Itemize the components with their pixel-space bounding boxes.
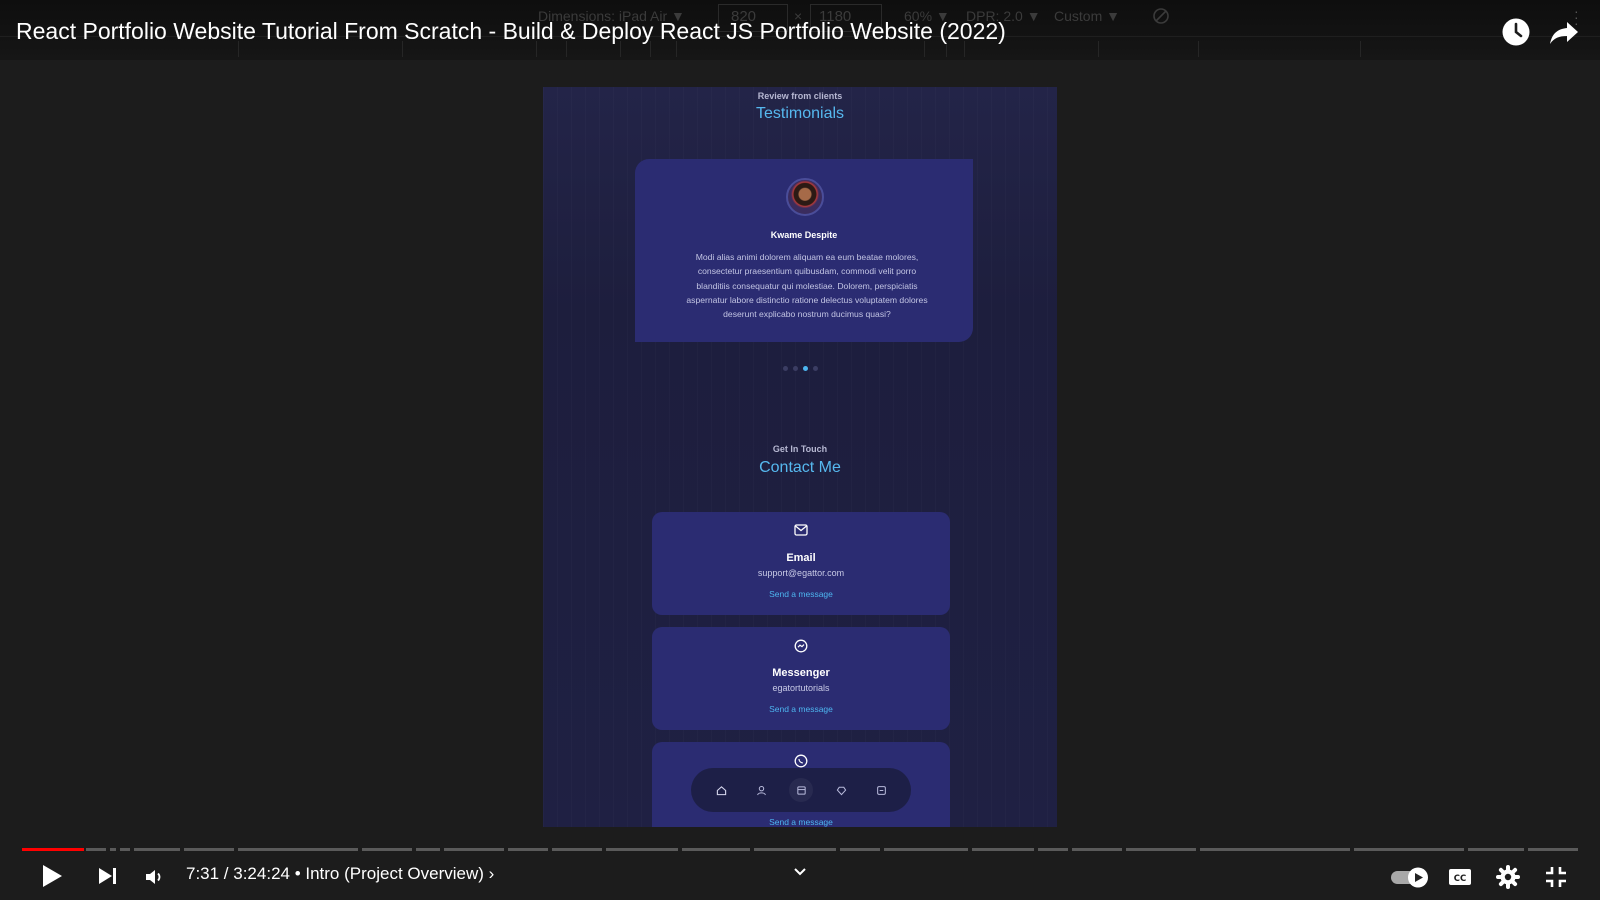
services-icon[interactable] (829, 778, 853, 802)
contact-option-email: Email support@egattor.com Send a message (652, 512, 950, 615)
home-icon[interactable] (709, 778, 733, 802)
client-name: Kwame Despite (770, 230, 838, 240)
portfolio-preview: Review from clients Testimonials Kwame D… (543, 87, 1057, 827)
watch-later-icon[interactable] (1500, 16, 1532, 48)
contact-label: Email (786, 552, 816, 564)
testimonials-title: Testimonials (755, 105, 845, 122)
book-icon[interactable] (789, 778, 813, 802)
contact-label: Messenger (772, 667, 830, 679)
testimonials-subtitle: Review from clients (757, 91, 843, 101)
pagination-dot[interactable] (793, 366, 798, 371)
svg-text:CC: CC (1454, 874, 1466, 884)
progress-played (22, 848, 84, 851)
contact-value: egatortutorials (772, 683, 830, 693)
captions-icon[interactable]: CC (1446, 864, 1474, 890)
play-icon[interactable] (36, 862, 68, 890)
floating-nav (691, 768, 911, 812)
pagination-dot[interactable] (813, 366, 818, 371)
more-options-icon[interactable]: · · · (1574, 4, 1579, 30)
mail-icon (652, 524, 950, 536)
next-video-icon[interactable] (94, 864, 122, 888)
pagination-dot[interactable] (783, 366, 788, 371)
contact-option-messenger: Messenger egatortutorials Send a message (652, 627, 950, 730)
settings-icon[interactable] (1494, 864, 1522, 890)
contact-title: Contact Me (759, 459, 841, 476)
rotate-icon[interactable] (1152, 7, 1170, 28)
pagination-dot-active[interactable] (803, 366, 808, 371)
user-icon[interactable] (749, 778, 773, 802)
autoplay-toggle[interactable] (1388, 864, 1432, 890)
whatsapp-icon (652, 754, 950, 768)
progress-bar[interactable] (22, 848, 1578, 851)
chevron-down-icon[interactable] (793, 864, 807, 882)
exit-fullscreen-icon[interactable] (1542, 864, 1570, 890)
contact-subtitle: Get In Touch (772, 444, 828, 454)
client-avatar (786, 178, 824, 216)
testimonial-card: Kwame Despite Modi alias animi dolorem a… (635, 159, 973, 342)
time-chapter-display[interactable]: 7:31 / 3:24:24 • Intro (Project Overview… (186, 864, 494, 884)
volume-icon[interactable] (142, 866, 166, 888)
send-message-link[interactable]: Send a message (652, 817, 950, 827)
video-title[interactable]: React Portfolio Website Tutorial From Sc… (16, 18, 1006, 45)
contact-value: support@egattor.com (757, 568, 845, 578)
send-message-link[interactable]: Send a message (652, 589, 950, 599)
testimonial-pagination[interactable] (783, 366, 818, 371)
throttle-dropdown[interactable]: Custom ▼ (1054, 8, 1120, 24)
message-icon[interactable] (869, 778, 893, 802)
client-review: Modi alias animi dolorem aliquam ea eum … (686, 252, 928, 320)
send-message-link[interactable]: Send a message (652, 704, 950, 714)
messenger-icon (652, 639, 950, 653)
